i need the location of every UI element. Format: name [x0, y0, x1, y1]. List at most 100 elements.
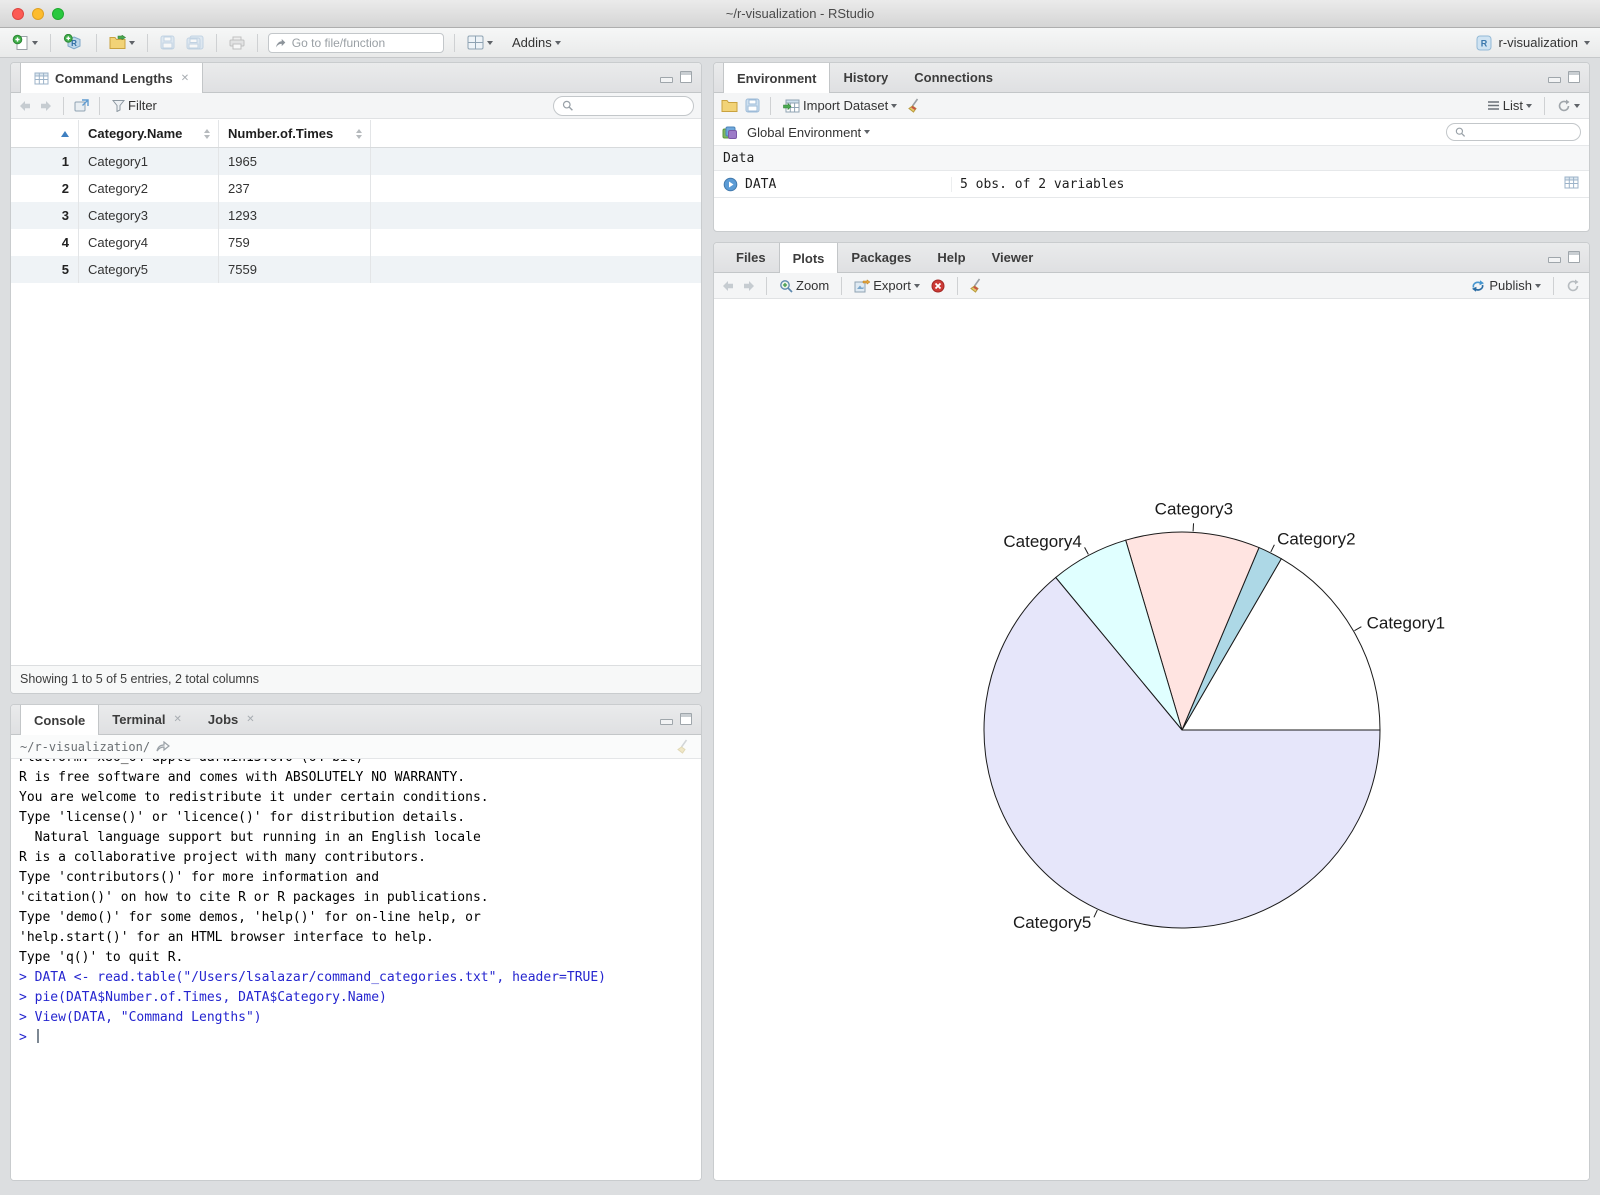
- open-working-dir-icon[interactable]: [156, 741, 171, 752]
- tab-viewer[interactable]: Viewer: [979, 243, 1047, 272]
- console-output-line: Type 'q()' to quit R.: [19, 950, 184, 965]
- minimize-pane-button[interactable]: [1548, 256, 1561, 263]
- sort-toggle-icon: [204, 128, 210, 139]
- console-tabbar: Console Terminal ✕ Jobs ✕: [11, 705, 701, 735]
- data-grid-icon: [1564, 176, 1579, 188]
- tab-files[interactable]: Files: [723, 243, 779, 272]
- environment-object-row[interactable]: DATA 5 obs. of 2 variables: [714, 171, 1589, 198]
- tab-packages[interactable]: Packages: [838, 243, 924, 272]
- tab-connections[interactable]: Connections: [901, 63, 1006, 92]
- sort-toggle-icon: [356, 128, 362, 139]
- export-icon: [854, 278, 871, 292]
- filter-icon: [112, 100, 125, 112]
- row-number-column-header[interactable]: [11, 120, 78, 147]
- console-output-line: Type 'license()' or 'licence()' for dist…: [19, 810, 466, 825]
- console-command-line: > DATA <- read.table("/Users/lsalazar/co…: [19, 970, 606, 985]
- maximize-pane-button[interactable]: [1568, 251, 1580, 263]
- open-in-new-window-icon[interactable]: [74, 99, 89, 112]
- clear-environment-button[interactable]: [906, 94, 925, 118]
- maximize-pane-button[interactable]: [680, 713, 692, 725]
- close-tab-icon[interactable]: ✕: [246, 714, 254, 725]
- zoom-plot-button[interactable]: Zoom: [777, 274, 831, 298]
- console-output-line: R is free software and comes with ABSOLU…: [19, 770, 466, 785]
- viewer-search-box[interactable]: [553, 95, 694, 116]
- minimize-pane-button[interactable]: [660, 76, 673, 83]
- table-status-bar: Showing 1 to 5 of 5 entries, 2 total col…: [11, 665, 701, 693]
- publish-button[interactable]: Publish: [1468, 274, 1543, 298]
- filter-button[interactable]: Filter: [110, 94, 159, 118]
- goto-file-function-box[interactable]: [268, 32, 444, 53]
- close-tab-icon[interactable]: ✕: [174, 714, 182, 725]
- clear-console-icon[interactable]: [677, 739, 692, 754]
- environment-search-input[interactable]: [1470, 125, 1572, 139]
- print-button[interactable]: [227, 31, 247, 55]
- tab-jobs[interactable]: Jobs ✕: [195, 705, 268, 734]
- table-header: Category.Name Number.of.Times: [11, 120, 701, 148]
- chevron-down-icon: [129, 40, 135, 45]
- console-prompt-line[interactable]: >: [19, 1028, 701, 1048]
- search-icon: [1455, 127, 1466, 137]
- environment-search-box[interactable]: [1446, 123, 1581, 141]
- pane-layout-button[interactable]: [465, 31, 495, 55]
- close-tab-icon[interactable]: ✕: [181, 73, 189, 84]
- global-environment-icon: [722, 126, 737, 139]
- next-plot-icon[interactable]: [742, 280, 756, 292]
- console-pane: Console Terminal ✕ Jobs ✕ ~/r-visualizatio…: [10, 704, 702, 1181]
- project-menu-button[interactable]: R r-visualization: [1475, 35, 1590, 51]
- clear-plots-button[interactable]: [968, 274, 987, 298]
- chevron-down-icon: [1535, 283, 1541, 288]
- addins-button[interactable]: Addins: [510, 31, 563, 55]
- tab-command-lengths[interactable]: Command Lengths ✕: [20, 63, 204, 93]
- refresh-environment-button[interactable]: [1555, 94, 1582, 118]
- save-all-icon: [186, 35, 204, 50]
- new-project-button[interactable]: R: [61, 31, 86, 55]
- column-header-category-name[interactable]: Category.Name: [78, 120, 218, 147]
- expand-object-icon[interactable]: [723, 177, 738, 192]
- import-dataset-icon: [783, 99, 800, 112]
- new-file-button[interactable]: [10, 31, 40, 55]
- save-all-button[interactable]: [184, 31, 206, 55]
- category-name-cell: Category4: [78, 229, 218, 256]
- environment-view-mode-button[interactable]: List: [1485, 94, 1534, 118]
- data-grid-icon: [34, 72, 49, 84]
- maximize-pane-button[interactable]: [680, 71, 692, 83]
- tab-help[interactable]: Help: [924, 243, 978, 272]
- category-name-cell: Category3: [78, 202, 218, 229]
- minimize-pane-button[interactable]: [660, 718, 673, 725]
- goto-file-function-input[interactable]: [291, 35, 437, 50]
- tab-console[interactable]: Console: [20, 705, 100, 735]
- tab-history[interactable]: History: [830, 63, 901, 92]
- number-of-times-cell: 759: [218, 229, 371, 256]
- view-object-button[interactable]: [1564, 176, 1579, 193]
- category-name-cell: Category5: [78, 256, 218, 283]
- environment-scope-button[interactable]: Global Environment: [745, 120, 872, 144]
- maximize-pane-button[interactable]: [1568, 71, 1580, 83]
- viewer-search-input[interactable]: [578, 98, 685, 113]
- tab-terminal[interactable]: Terminal ✕: [99, 705, 195, 734]
- chevron-down-icon: [913, 283, 920, 288]
- remove-plot-icon: [931, 279, 945, 292]
- back-icon[interactable]: [18, 100, 32, 112]
- category-name-cell: Category2: [78, 175, 218, 202]
- number-of-times-cell: 1965: [218, 148, 371, 175]
- save-button[interactable]: [158, 31, 177, 55]
- pie-label-tick: [1354, 626, 1362, 632]
- save-workspace-icon[interactable]: [745, 98, 760, 113]
- number-of-times-cell: 1293: [218, 202, 371, 229]
- previous-plot-icon[interactable]: [721, 280, 735, 292]
- tab-plots[interactable]: Plots: [778, 243, 839, 273]
- forward-icon[interactable]: [39, 100, 53, 112]
- load-workspace-icon[interactable]: [721, 98, 738, 113]
- titlebar: ~/r-visualization - RStudio: [0, 0, 1600, 28]
- tab-environment[interactable]: Environment: [723, 63, 831, 93]
- object-name: DATA: [745, 176, 777, 192]
- remove-plot-button[interactable]: [929, 274, 947, 298]
- minimize-pane-button[interactable]: [1548, 76, 1561, 83]
- export-plot-button[interactable]: Export: [852, 274, 922, 298]
- import-dataset-button[interactable]: Import Dataset: [781, 94, 899, 118]
- column-header-number-of-times[interactable]: Number.of.Times: [218, 120, 371, 147]
- open-file-button[interactable]: [107, 31, 137, 55]
- pie-label-tick: [1084, 547, 1089, 555]
- console-output[interactable]: Platform: x86_64-apple-darwin13.6.0 (64-…: [11, 759, 701, 1180]
- refresh-plot-button[interactable]: [1564, 274, 1582, 298]
